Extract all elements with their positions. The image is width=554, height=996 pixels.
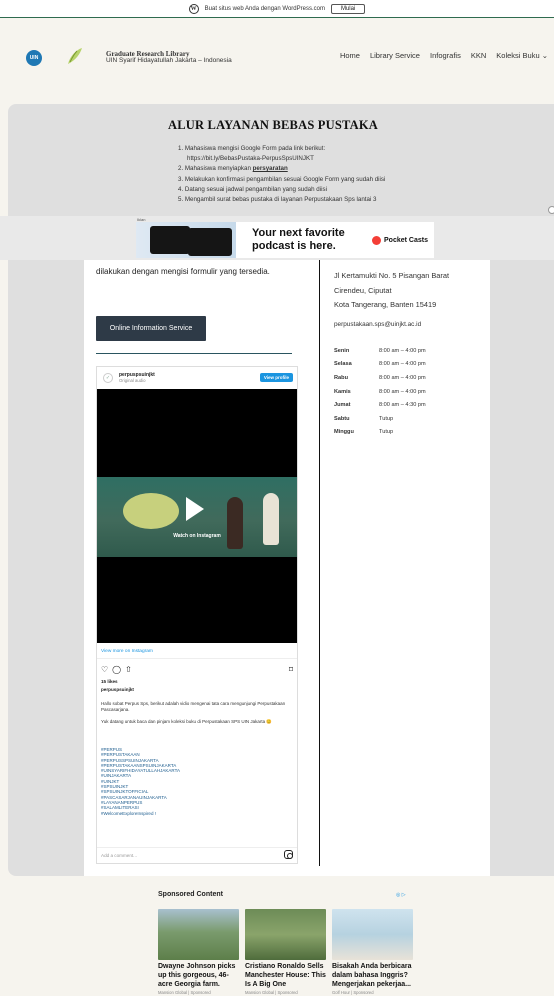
video-frame: Watch on Instagram: [97, 477, 297, 557]
step-4: 4. Datang sesuai jadwal pengambilan yang…: [178, 185, 327, 193]
ad-headline: Your next favorite podcast is here.: [252, 227, 345, 252]
view-more-link[interactable]: View more on Instagram: [101, 649, 153, 654]
sponsored-title: Dwayne Johnson picks up this gorgeous, 4…: [158, 963, 236, 988]
caption-username[interactable]: perpuspsuinjkt: [101, 687, 134, 692]
nav-kkn[interactable]: KKN: [471, 51, 486, 60]
watch-on-instagram[interactable]: Watch on Instagram: [97, 533, 297, 539]
sponsored-source: Golf Hour | Sponsored: [332, 990, 374, 995]
instagram-icon[interactable]: [284, 850, 293, 859]
scroll-indicator[interactable]: [548, 206, 554, 214]
wordpress-banner-text[interactable]: Buat situs web Anda dengan WordPress.com: [205, 6, 325, 12]
divider: [97, 847, 297, 848]
heart-icon[interactable]: ♡: [101, 665, 108, 674]
avatar[interactable]: ✓: [103, 373, 113, 383]
wordpress-logo-icon: W: [188, 3, 199, 14]
hours-row: Jumat 8:00 am – 4:30 pm: [334, 402, 426, 409]
sponsored-title: Bisakah Anda berbicara dalam bahasa Ingg…: [332, 963, 412, 988]
main-nav: Home Library Service Infografis KKN Kole…: [340, 51, 548, 60]
step-3: 3. Melakukan konfirmasi pengambilan sesu…: [178, 175, 386, 183]
sponsored-card[interactable]: Cristiano Ronaldo Sells Manchester House…: [245, 909, 326, 995]
hours-row: Sabtu Tutup: [334, 415, 394, 422]
lead-text: dilakukan dengan mengisi formulir yang t…: [96, 267, 270, 276]
bookmark-icon[interactable]: ⌑: [289, 665, 293, 674]
pocket-casts-icon: [372, 236, 381, 245]
divider: [96, 353, 292, 354]
address-line: Jl Kertamukti No. 5 Pisangan Barat: [334, 271, 450, 280]
site-subtitle: UIN Syarif Hidayatullah Jakarta – Indone…: [106, 57, 232, 64]
comment-input[interactable]: Add a comment...: [101, 853, 137, 858]
address-block: Jl Kertamukti No. 5 Pisangan Barat Ciren…: [334, 269, 449, 313]
nav-koleksi-buku[interactable]: Koleksi Buku ⌄: [496, 51, 548, 60]
wordpress-banner: W Buat situs web Anda dengan WordPress.c…: [0, 0, 554, 18]
adchoices-icon[interactable]: ◎ ▷: [396, 892, 406, 898]
sponsored-source: Mansion Global | Sponsored: [245, 990, 298, 995]
pocket-casts-logo: Pocket Casts: [372, 236, 428, 245]
steps-list: 1. Mahasiswa mengisi Google Form pada li…: [178, 144, 385, 205]
address-line: Kota Tangerang, Banten 15419: [334, 300, 437, 310]
sponsored-image: [245, 909, 326, 960]
sponsored-card[interactable]: Bisakah Anda berbicara dalam bahasa Ingg…: [332, 909, 413, 995]
hours-row: Minggu Tutup: [334, 429, 394, 436]
instagram-audio: Original audio: [119, 378, 146, 383]
nav-home[interactable]: Home: [340, 51, 360, 60]
step-2: 2. Mahasiswa menyiapkan persyaratan: [178, 165, 288, 173]
hashtag-list: #PERPUS #PERPUSTAKAAN #PERPUSSPSUINJAKAR…: [101, 747, 180, 816]
pocket-casts-ad[interactable]: Your next favorite podcast is here. Pock…: [136, 222, 434, 258]
online-information-service-button[interactable]: Online Information Service: [96, 316, 206, 341]
phone-screen-icon: [150, 226, 190, 254]
ad-strip: Iklan Your next favorite podcast is here…: [0, 216, 554, 260]
speech-bubble: [123, 493, 179, 529]
comment-icon[interactable]: ◯: [112, 665, 121, 674]
likes-count[interactable]: 15 likes: [101, 679, 118, 684]
play-icon[interactable]: [186, 497, 204, 521]
panel-title: ALUR LAYANAN BEBAS PUSTAKA: [168, 118, 378, 132]
sponsored-source: Mansion Global | Sponsored: [158, 990, 211, 995]
instagram-actions: ♡ ◯ ⇧: [101, 665, 132, 674]
hours-row: Senin 8:00 am – 4:00 pm: [334, 347, 426, 354]
sponsored-card[interactable]: Dwayne Johnson picks up this gorgeous, 4…: [158, 909, 239, 995]
opening-hours: Senin 8:00 am – 4:00 pm Selasa 8:00 am – 4…: [334, 344, 426, 439]
instagram-header: ✓ perpuspsuinjkt Original audio View pro…: [97, 367, 297, 389]
sponsored-image: [332, 909, 413, 960]
share-icon[interactable]: ⇧: [125, 665, 132, 674]
divider: [97, 658, 297, 659]
uin-logo-icon[interactable]: UIN: [26, 50, 42, 66]
person-figure: [227, 497, 243, 549]
hashtag[interactable]: #WelcomeExploreInspired !: [101, 811, 180, 816]
nav-infografis[interactable]: Infografis: [430, 51, 461, 60]
contact-email[interactable]: perpustakaan.sps@uinjkt.ac.id: [334, 321, 421, 328]
sponsored-heading: Sponsored Content: [158, 891, 223, 898]
hours-row: Selasa 8:00 am – 4:00 pm: [334, 361, 426, 368]
sponsored-title: Cristiano Ronaldo Sells Manchester House…: [245, 963, 326, 988]
instagram-caption: Hallo sobat Perpus Sps, berikut adalah v…: [101, 701, 286, 724]
start-button[interactable]: Mulai: [330, 3, 366, 14]
site-header: UIN Graduate Research Library UIN Syarif…: [0, 18, 554, 104]
step-1-link[interactable]: https://bit.ly/BebasPustaka-PerpusSpsUIN…: [178, 154, 385, 164]
hours-row: Kamis 8:00 am – 4:00 pm: [334, 388, 426, 395]
sponsored-image: [158, 909, 239, 960]
instagram-embed: ✓ perpuspsuinjkt Original audio View pro…: [96, 366, 298, 864]
column-divider: [319, 260, 320, 866]
leaf-logo-icon[interactable]: [66, 46, 84, 66]
persyaratan-link[interactable]: persyaratan: [253, 165, 288, 172]
address-line: Cirendeu, Ciputat: [334, 285, 392, 295]
phone-screen-icon: [188, 228, 232, 256]
hours-row: Rabu 8:00 am – 4:00 pm: [334, 374, 426, 381]
step-1: 1. Mahasiswa mengisi Google Form pada li…: [178, 145, 326, 152]
ad-image: [136, 222, 236, 258]
view-profile-button[interactable]: View profile: [259, 373, 293, 382]
main-content: dilakukan dengan mengisi formulir yang t…: [84, 260, 490, 876]
nav-library-service[interactable]: Library Service: [370, 51, 420, 60]
instagram-video[interactable]: Watch on Instagram: [97, 389, 297, 643]
step-5: 5. Mengambil surat bebas pustaka di laya…: [178, 196, 377, 204]
